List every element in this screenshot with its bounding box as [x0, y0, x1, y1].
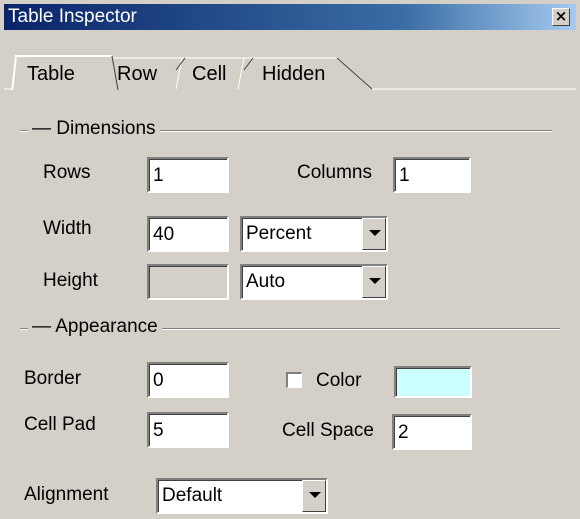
alignment-select[interactable]: Default	[156, 478, 328, 514]
cellspace-input[interactable]: 2	[392, 414, 472, 450]
height-unit-select[interactable]: Auto	[240, 264, 388, 300]
table-inspector-window: Table Inspector × Table Row Cell Hidden	[0, 0, 580, 519]
close-icon: ×	[554, 7, 568, 25]
border-label: Border	[24, 368, 82, 389]
cellspace-label: Cell Space	[282, 420, 374, 441]
height-unit-value: Auto	[246, 271, 286, 292]
width-label: Width	[43, 218, 92, 239]
width-input[interactable]: 40	[147, 216, 229, 252]
width-unit-select[interactable]: Percent	[240, 216, 388, 252]
tab-table[interactable]: Table	[27, 63, 75, 86]
rows-label: Rows	[43, 162, 91, 183]
cellpad-label: Cell Pad	[24, 414, 96, 435]
close-button[interactable]: ×	[552, 8, 570, 26]
window-title: Table Inspector	[8, 6, 137, 27]
columns-input[interactable]: 1	[393, 157, 471, 193]
height-label: Height	[43, 270, 98, 291]
cellpad-input[interactable]: 5	[147, 412, 229, 448]
appearance-group-label: — Appearance	[28, 316, 162, 338]
height-input[interactable]	[147, 264, 229, 300]
color-swatch[interactable]	[394, 366, 472, 398]
chevron-down-icon[interactable]	[362, 266, 386, 298]
tab-hidden[interactable]: Hidden	[262, 63, 325, 86]
width-unit-value: Percent	[246, 223, 312, 244]
tab-row[interactable]: Row	[117, 63, 157, 86]
title-bar[interactable]: Table Inspector ×	[4, 4, 576, 30]
border-input[interactable]: 0	[147, 362, 229, 398]
dimensions-group-label: — Dimensions	[28, 118, 160, 140]
chevron-down-icon[interactable]	[302, 480, 326, 512]
alignment-value: Default	[162, 485, 223, 506]
tab-cell[interactable]: Cell	[192, 63, 226, 86]
alignment-label: Alignment	[24, 484, 109, 505]
color-checkbox[interactable]	[286, 372, 302, 388]
color-label: Color	[316, 370, 362, 391]
rows-input[interactable]: 1	[147, 157, 229, 193]
appearance-title: Appearance	[55, 316, 158, 337]
dimensions-title: Dimensions	[56, 118, 156, 139]
chevron-down-icon[interactable]	[362, 218, 386, 250]
tab-strip: Table Row Cell Hidden	[0, 30, 580, 90]
columns-label: Columns	[297, 162, 372, 183]
